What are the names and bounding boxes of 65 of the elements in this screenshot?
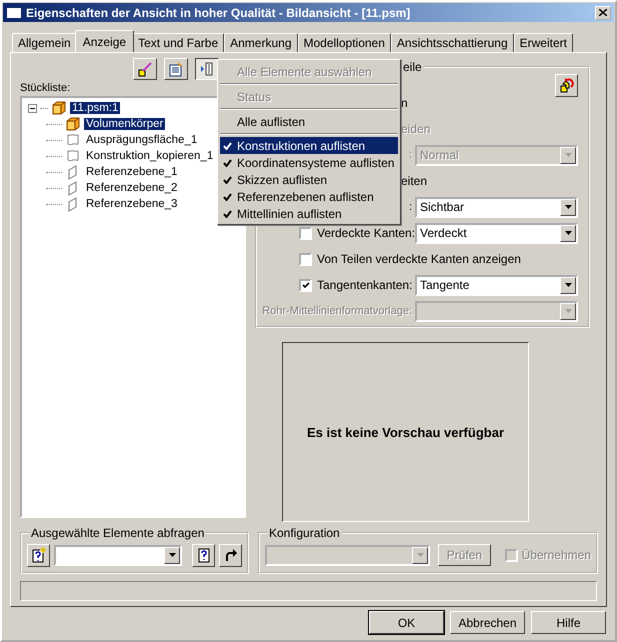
option-label: n (401, 96, 408, 110)
reset-icon (558, 78, 574, 94)
dialog-button[interactable]: OK (369, 611, 444, 634)
field-label: Rohr-Mittellinienformatvorlage: (262, 305, 412, 317)
checkbox[interactable] (299, 252, 312, 266)
dropdown-field[interactable]: Sichtbar (415, 196, 578, 218)
tab[interactable]: Modelloptionen (298, 33, 391, 52)
checkmark-icon (302, 282, 310, 288)
list-icon (199, 61, 215, 77)
dialog-button[interactable]: Abbrechen (450, 611, 525, 634)
cube-icon (51, 100, 67, 116)
sheet-outline-icon (65, 132, 81, 148)
tab[interactable]: Ansichtsschattierung (390, 33, 514, 52)
cube-icon (65, 116, 81, 132)
menu-item[interactable]: Skizzen auflisten (220, 171, 398, 188)
group-title: Ausgewählte Elemente abfragen (29, 526, 206, 540)
dialog-button[interactable]: Hilfe (531, 611, 606, 634)
query-button[interactable] (192, 544, 215, 566)
close-icon[interactable] (595, 6, 611, 20)
dropdown-field[interactable]: Verdeckt (415, 222, 578, 244)
group-title: eile (401, 60, 424, 74)
tab[interactable]: Erweitert (514, 33, 573, 52)
dropdown-field[interactable]: Tangente (415, 274, 578, 296)
sheet-outline-icon (65, 148, 81, 164)
new-query-icon (30, 547, 46, 563)
tree-item[interactable]: 11.psm:1 (70, 102, 120, 114)
tab[interactable]: Allgemein (12, 33, 77, 52)
reset-button[interactable] (555, 74, 578, 97)
option-label: eiden (401, 122, 430, 136)
tree-item[interactable]: Referenzebene_1 (84, 166, 180, 178)
checkbox[interactable] (299, 278, 312, 292)
field-label: : (408, 201, 412, 213)
paint-brush-icon (137, 61, 153, 77)
menu-item[interactable]: Koordinatensysteme auflisten (220, 154, 398, 171)
properties-icon (168, 61, 184, 77)
collapse-toggle-icon[interactable] (28, 104, 37, 112)
menu-item[interactable]: Konstruktionen auflisten (220, 137, 398, 154)
menu-item[interactable]: Mittellinien auflisten (220, 205, 398, 222)
toolbar-button[interactable] (195, 58, 219, 80)
menu-item[interactable]: Referenzebenen auflisten (220, 188, 398, 205)
redo-button[interactable] (219, 544, 242, 566)
parts-list-label: Stückliste: (20, 82, 72, 96)
checkbox-label: Übernehmen (522, 548, 591, 562)
option-label: eiten (401, 174, 428, 188)
question-icon (196, 547, 212, 563)
checkbox[interactable] (299, 226, 312, 240)
window-title: Eigenschaften der Ansicht in hoher Qualität - Bildansicht - [11.psm] (26, 6, 412, 20)
new-query-button[interactable] (27, 544, 50, 566)
checkbox-label: Verdeckte Kanten: (317, 226, 416, 240)
window-icon (6, 6, 22, 18)
tree-item[interactable]: Konstruktion_kopieren_1 (84, 150, 216, 162)
preview-message: Es ist keine Vorschau verfügbar (307, 424, 504, 440)
redo-arrow-icon (224, 548, 238, 562)
checkbox-label: Von Teilen verdeckte Kanten anzeigen (317, 252, 521, 266)
tree-item[interactable]: Referenzebene_2 (84, 182, 180, 194)
checkbox-label: Tangentenkanten: (317, 278, 412, 292)
tree-item[interactable]: Volumenkörper (84, 118, 166, 130)
tab[interactable]: Anmerkung (224, 33, 298, 52)
tree-item[interactable]: Ausprägungsfläche_1 (84, 134, 200, 146)
tab[interactable]: Text und Farbe (132, 33, 224, 52)
field-label: : (408, 149, 412, 161)
tab[interactable]: Anzeige (74, 30, 134, 52)
menu-item[interactable]: Alle auflisten (220, 112, 398, 131)
group-title: Konfiguration (267, 526, 342, 540)
tree-item[interactable]: Referenzebene_3 (84, 198, 180, 210)
